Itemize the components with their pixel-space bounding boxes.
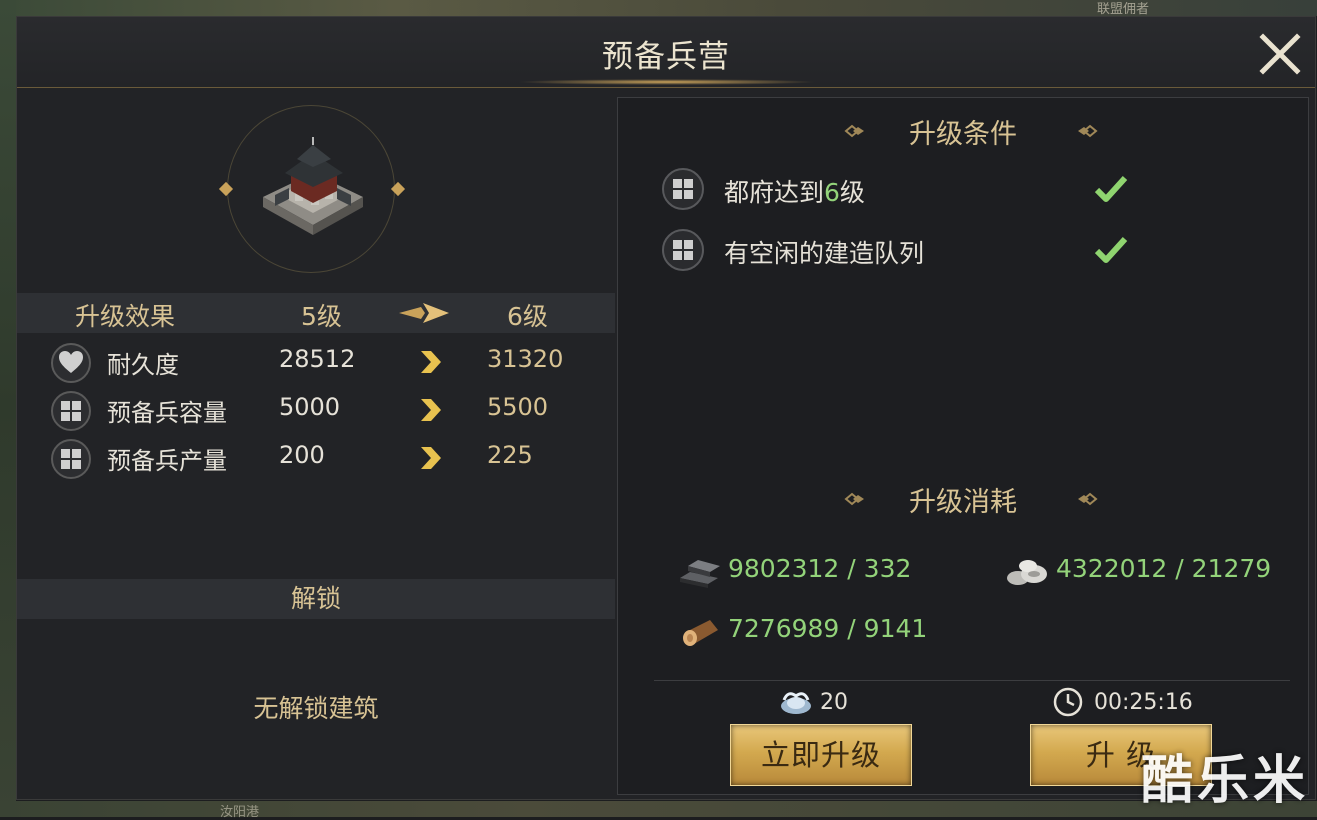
instant-cost: 20 [820,690,848,715]
background-map-bottom [0,801,1317,817]
silver-ingot-icon [781,692,811,714]
grid-icon [51,439,91,479]
title-bar: 预备兵营 [17,17,1315,88]
upgrade-duration: 00:25:16 [1094,690,1193,715]
unlock-header: 解锁 [17,579,615,619]
iron-ingot-icon [680,560,720,588]
consumption-title: 升级消耗 [909,487,1017,518]
condition-row-build-queue: 有空闲的建造队列 [662,229,1222,273]
instant-upgrade-button[interactable]: 立即升级 [730,724,912,786]
condition-highlight: 6 [824,178,840,207]
condition-text: 有空闲的建造队列 [724,239,925,268]
heart-icon [51,343,91,383]
condition-prefix: 都府达到 [724,178,825,207]
unlock-header-label: 解锁 [290,584,341,613]
conditions-title: 升级条件 [909,119,1017,150]
dialog-title: 预备兵营 [602,39,730,75]
stat-label: 预备兵产量 [107,447,227,475]
resource-amount: 9802312 / 332 [728,554,912,583]
condition-suffix: 级 [839,178,865,207]
stat-next-value: 31320 [487,345,564,373]
title-glow [517,79,817,85]
stat-next-value: 5500 [487,393,549,421]
clock-icon [1053,687,1083,717]
instant-upgrade-label: 立即升级 [760,738,881,772]
stat-current-value: 28512 [279,345,356,373]
stat-current-value: 200 [279,441,325,469]
chevron-right-icon [421,447,441,469]
stat-row-reserve-output: 预备兵产量 200 225 [17,433,615,481]
checkmark-icon [1094,236,1128,263]
stat-current-value: 5000 [279,393,341,421]
current-level-label: 5级 [301,302,342,331]
grid-icon [662,168,704,210]
next-level-label: 6级 [507,302,548,331]
stat-label: 耐久度 [107,351,179,379]
stat-row-reserve-capacity: 预备兵容量 5000 5500 [17,385,615,433]
barracks-building-icon [263,137,363,235]
stone-icon [1007,560,1047,585]
unlock-empty-text: 无解锁建筑 [253,694,379,723]
background-map-left [0,0,16,817]
wood-log-icon [683,620,718,646]
ornament-right-icon [1078,492,1098,506]
stat-row-durability: 耐久度 28512 31320 [17,337,615,385]
level-arrow-icon [399,303,449,323]
chevron-right-icon [421,399,441,421]
building-upgrade-dialog: 预备兵营 升级效果 5级 6级 耐久度 28512 31320 预备兵容量 50… [16,16,1316,800]
requirements-panel: 升级条件 都府达到6级 有空闲的建造队列 升级消耗 9802312 / 332 … [617,97,1309,795]
effect-header: 升级效果 5级 6级 [17,293,615,333]
condition-text: 都府达到6级 [724,173,865,209]
stat-next-value: 225 [487,441,533,469]
watermark: 酷乐米 [1140,751,1309,811]
condition-row-city-level: 都府达到6级 [662,168,1222,212]
background-label-bottom: 汝阳港 [220,805,260,820]
grid-icon [51,391,91,431]
grid-icon [662,229,704,271]
footer-divider [654,680,1290,681]
resource-amount: 7276989 / 9141 [728,614,928,643]
resource-amount: 4322012 / 21279 [1056,554,1272,583]
stat-label: 预备兵容量 [107,399,227,427]
checkmark-icon [1094,175,1128,202]
background-label-top: 联盟佣者 [1096,2,1149,17]
ornament-right-icon [1078,124,1098,138]
effect-header-label: 升级效果 [75,302,176,331]
close-icon[interactable] [1257,31,1303,77]
chevron-right-icon [421,351,441,373]
